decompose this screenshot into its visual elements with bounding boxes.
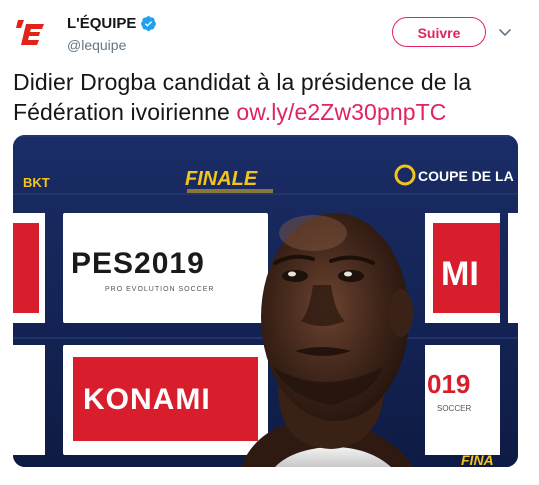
- konami-partial-logo: MI: [441, 255, 479, 293]
- pes-partial-logo: 019: [427, 369, 470, 399]
- konami-logo: KONAMI: [83, 383, 211, 416]
- follow-button[interactable]: Suivre: [392, 17, 486, 47]
- pes-logo: PES2019: [71, 247, 205, 280]
- bkt-logo: BKT: [23, 175, 50, 190]
- author-handle[interactable]: @lequipe: [67, 36, 157, 54]
- author-name[interactable]: L'ÉQUIPE: [67, 14, 136, 33]
- pes-subtitle: PRO EVOLUTION SOCCER: [105, 286, 214, 293]
- chevron-down-icon[interactable]: [497, 24, 513, 40]
- verified-badge-icon: [140, 15, 157, 32]
- tweet-photo[interactable]: BKT FINALE COUPE DE LA PES2019 PRO EVOLU…: [13, 135, 518, 467]
- tweet-link[interactable]: ow.ly/e2Zw30pnpTC: [236, 99, 446, 125]
- coupe-logo: COUPE DE LA: [418, 168, 514, 184]
- account-info[interactable]: L'ÉQUIPE @lequipe: [67, 14, 157, 54]
- soccer-partial-text: SOCCER: [437, 404, 471, 413]
- tweet-text: Didier Drogba candidat à la présidence d…: [13, 67, 533, 127]
- lequipe-logo-icon[interactable]: [12, 12, 52, 52]
- finale-logo: FINALE: [185, 168, 258, 190]
- tweet-header: L'ÉQUIPE @lequipe Suivre: [0, 0, 539, 62]
- finale-partial-logo: FINA: [461, 452, 494, 467]
